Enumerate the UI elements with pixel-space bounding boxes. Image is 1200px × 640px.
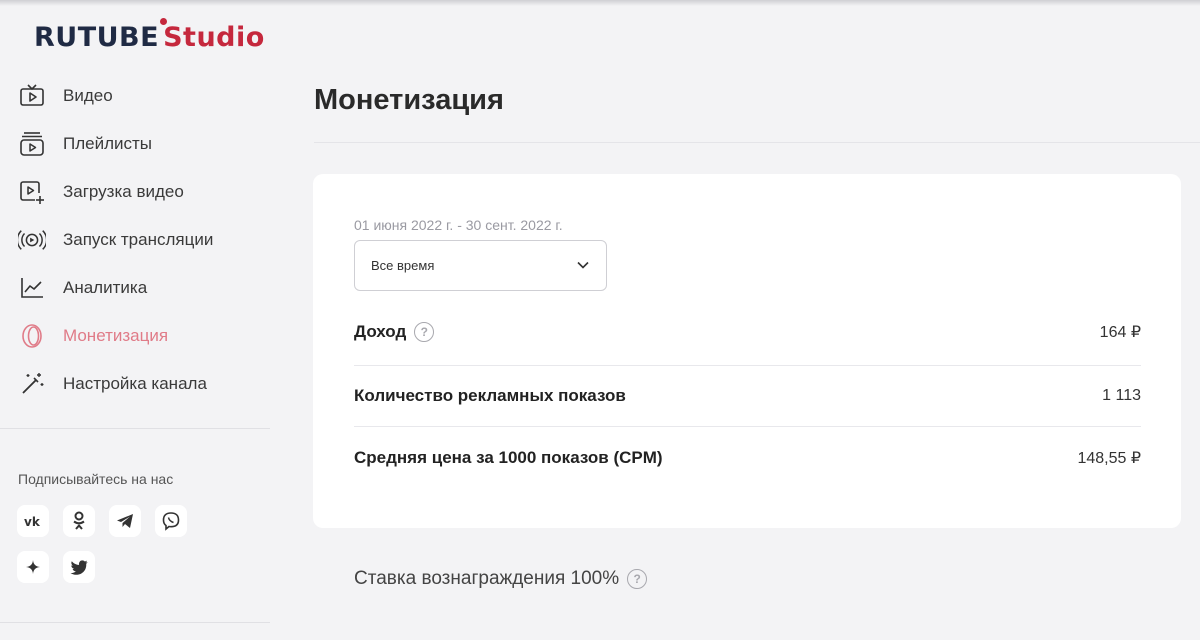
playlist-icon [18,130,46,158]
odnoklassniki-icon[interactable] [63,505,95,537]
sidebar-divider [0,428,270,429]
page-title: Монетизация [314,84,504,116]
sidebar-item-video[interactable]: Видео [0,72,270,120]
stat-label-text: Доход [354,322,407,341]
logo-studio: Studio [160,18,265,53]
chevron-down-icon [576,258,590,277]
rutube-studio-logo[interactable]: RUTUBE Studio [34,18,265,53]
svg-text:vk: vk [24,515,41,527]
stat-label: Количество рекламных показов [354,386,626,405]
telegram-icon[interactable] [109,505,141,537]
follow-us-label: Подписывайтесь на нас [18,471,174,487]
stat-row-impressions: Количество рекламных показов 1 113 [354,366,1141,426]
monetization-card: 01 июня 2022 г. - 30 сент. 2022 г. Все в… [313,174,1181,528]
sidebar-item-label: Запуск трансляции [63,230,214,249]
sidebar-item-label: Настройка канала [63,374,207,393]
vk-icon[interactable]: vk [17,505,49,537]
title-divider [314,142,1200,143]
period-select[interactable]: Все время [354,240,607,291]
sidebar-item-label: Монетизация [63,326,169,345]
zen-icon[interactable] [17,551,49,583]
logo-brand: RUTUBE [34,22,160,53]
help-icon[interactable]: ? [627,569,648,589]
stat-value: 1 113 [1102,387,1141,404]
help-icon[interactable]: ? [414,322,435,342]
sidebar-item-label: Видео [63,86,113,105]
sidebar-item-broadcast[interactable]: Запуск трансляции [0,216,270,264]
reward-rate-text: Ставка вознаграждения 100% [354,568,620,589]
reward-rate: Ставка вознаграждения 100% ? [354,568,648,590]
stat-row-cpm: Средняя цена за 1000 показов (CPM) 148,5… [354,428,1141,488]
sidebar-item-upload[interactable]: Загрузка видео [0,168,270,216]
stat-label: Средняя цена за 1000 показов (CPM) [354,448,663,467]
broadcast-icon [18,226,46,254]
upload-video-icon [18,178,46,206]
stat-label: Доход? [354,322,435,342]
stat-divider [354,426,1141,427]
sidebar-nav: Видео Плейлисты Загрузка видео Запуск тр… [0,72,270,408]
sidebar-item-label: Плейлисты [63,134,153,153]
period-select-value: Все время [371,258,435,273]
logo-studio-text: Studio [163,22,265,53]
sidebar-item-analytics[interactable]: Аналитика [0,264,270,312]
sidebar-item-label: Загрузка видео [63,182,184,201]
sidebar: RUTUBE Studio Видео Плейлисты Загрузка в… [0,0,270,640]
date-range-label: 01 июня 2022 г. - 30 сент. 2022 г. [354,217,563,233]
tv-play-icon [18,82,46,110]
viber-icon[interactable] [155,505,187,537]
chart-line-icon [18,274,46,302]
stat-value: 148,55 ₽ [1077,450,1141,467]
sidebar-item-playlists[interactable]: Плейлисты [0,120,270,168]
sidebar-item-label: Аналитика [63,278,148,297]
sidebar-item-channel-settings[interactable]: Настройка канала [0,360,270,408]
stat-row-income: Доход? 164 ₽ [354,302,1141,362]
sidebar-item-monetization[interactable]: Монетизация [0,312,270,360]
sidebar-divider-bottom [0,622,270,623]
magic-wand-icon [18,370,46,398]
twitter-icon[interactable] [63,551,95,583]
stat-value: 164 ₽ [1099,324,1141,341]
coin-icon [18,322,46,350]
